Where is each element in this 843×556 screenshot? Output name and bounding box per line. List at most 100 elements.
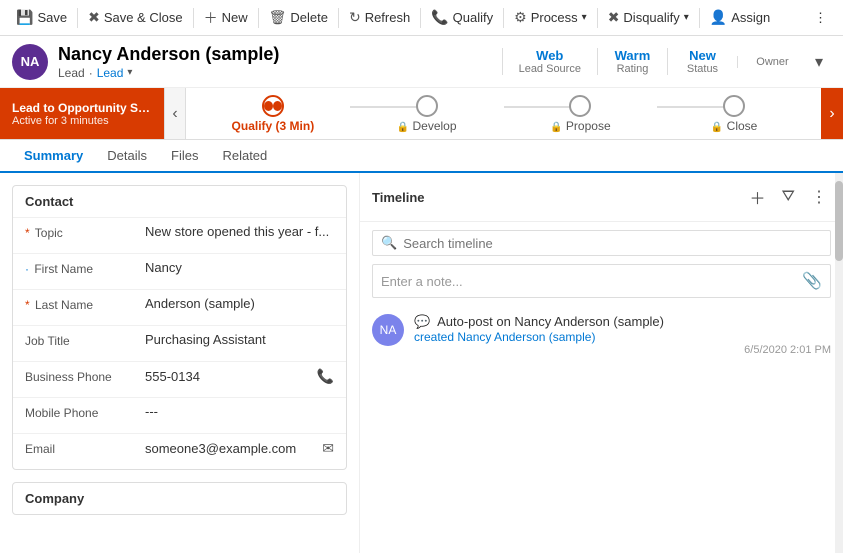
meta-owner-label: Owner: [756, 56, 788, 68]
post-icon: 💬: [414, 314, 430, 329]
timeline-scrollbar[interactable]: [835, 173, 843, 553]
new-icon: ＋: [204, 8, 218, 28]
attach-icon[interactable]: 📎: [802, 271, 822, 291]
timeline-actions: ＋ ⛛ ⋮: [746, 183, 831, 211]
field-topic-label: * Topic: [25, 224, 145, 240]
more-button[interactable]: ⋮: [806, 6, 835, 30]
field-email: Email someone3@example.com ✉: [13, 433, 346, 469]
field-email-label: Email: [25, 440, 145, 456]
assign-button[interactable]: 👤 Assign: [702, 5, 778, 30]
delete-icon: 🗑: [269, 9, 287, 26]
toolbar-separator-8: [699, 8, 700, 28]
field-job-title-label: Job Title: [25, 332, 145, 348]
timeline-add-button[interactable]: ＋: [746, 183, 770, 211]
process-dropdown-icon: ▾: [582, 12, 587, 23]
process-nav-left-button[interactable]: ‹: [164, 88, 186, 139]
stage-develop[interactable]: 🔒 Develop: [350, 95, 504, 133]
field-job-title: Job Title Purchasing Assistant: [13, 325, 346, 361]
field-last-name: * Last Name Anderson (sample): [13, 289, 346, 325]
timeline-item-content: 💬 Auto-post on Nancy Anderson (sample) c…: [414, 314, 831, 356]
save-button[interactable]: 💾 Save: [8, 5, 75, 30]
header-meta: Web Lead Source Warm Rating New Status O…: [502, 48, 831, 76]
company-card: Company: [12, 482, 347, 515]
new-button[interactable]: ＋ New: [196, 4, 256, 32]
stage-propose-label: 🔒 Propose: [550, 119, 611, 133]
meta-lead-source-label: Lead Source: [519, 63, 581, 75]
stage-qualify-label: Qualify (3 Min): [232, 119, 315, 133]
scrollbar-thumb[interactable]: [835, 181, 843, 261]
field-first-name: · First Name Nancy: [13, 253, 346, 289]
note-input-bar[interactable]: Enter a note... 📎: [372, 264, 831, 298]
email-icon[interactable]: ✉: [322, 440, 334, 457]
close-lock-icon: 🔒: [711, 122, 723, 133]
disqualify-button[interactable]: ✖ Disqualify ▾: [600, 5, 697, 30]
tab-files[interactable]: Files: [159, 140, 210, 173]
header-expand-button[interactable]: ▾: [807, 48, 831, 76]
save-close-button[interactable]: ✖ Save & Close: [80, 5, 191, 30]
field-mobile-phone: Mobile Phone ---: [13, 397, 346, 433]
toolbar-separator-6: [503, 8, 504, 28]
toolbar-separator-3: [258, 8, 259, 28]
refresh-icon: ↻: [349, 9, 361, 26]
field-first-name-label: · First Name: [25, 260, 145, 276]
avatar: NA: [12, 44, 48, 80]
tab-summary[interactable]: Summary: [12, 140, 95, 173]
stage-close-label: 🔒 Close: [711, 119, 757, 133]
search-timeline-input[interactable]: [403, 236, 822, 251]
field-last-name-value[interactable]: Anderson (sample): [145, 296, 334, 311]
stage-qualify[interactable]: Qualify (3 Min): [196, 95, 350, 133]
search-icon: 🔍: [381, 235, 397, 251]
propose-lock-icon: 🔒: [550, 122, 562, 133]
develop-lock-icon: 🔒: [397, 122, 409, 133]
field-job-title-value[interactable]: Purchasing Assistant: [145, 332, 334, 347]
field-topic-value[interactable]: New store opened this year - f...: [145, 224, 334, 239]
promo-subtitle: Active for 3 minutes: [12, 115, 152, 127]
note-placeholder-text: Enter a note...: [381, 274, 802, 289]
subtype-chevron[interactable]: ▾: [127, 67, 132, 78]
process-icon: ⚙: [514, 9, 527, 26]
process-stages: Qualify (3 Min) 🔒 Develop 🔒 Propose 🔒 C: [186, 88, 821, 139]
timeline-item-avatar: NA: [372, 314, 404, 346]
delete-button[interactable]: 🗑 Delete: [261, 5, 336, 30]
contact-section-title: Contact: [13, 186, 346, 217]
toolbar-separator-4: [338, 8, 339, 28]
timeline-more-button[interactable]: ⋮: [807, 185, 831, 209]
header: NA Nancy Anderson (sample) Lead · Lead ▾…: [0, 36, 843, 88]
disqualify-dropdown-icon: ▾: [684, 12, 689, 23]
disqualify-icon: ✖: [608, 9, 620, 26]
field-business-phone: Business Phone 555-0134 📞: [13, 361, 346, 397]
tab-details[interactable]: Details: [95, 140, 159, 173]
timeline-search-bar[interactable]: 🔍: [372, 230, 831, 256]
save-close-icon: ✖: [88, 9, 100, 26]
tab-related[interactable]: Related: [210, 140, 279, 173]
toolbar-separator-7: [597, 8, 598, 28]
timeline-filter-button[interactable]: ⛛: [778, 186, 799, 208]
stage-propose[interactable]: 🔒 Propose: [504, 95, 658, 133]
tabs: Summary Details Files Related: [0, 140, 843, 173]
toolbar: 💾 Save ✖ Save & Close ＋ New 🗑 Delete ↻ R…: [0, 0, 843, 36]
topic-required-marker: *: [25, 226, 30, 240]
meta-rating-label: Rating: [617, 63, 649, 75]
field-first-name-value[interactable]: Nancy: [145, 260, 334, 275]
contact-name: Nancy Anderson (sample): [58, 44, 502, 65]
meta-owner: Owner: [737, 56, 807, 68]
meta-status-label: Status: [687, 63, 718, 75]
field-business-phone-value[interactable]: 555-0134 📞: [145, 368, 334, 385]
lastname-required-marker: *: [25, 298, 30, 312]
more-icon: ⋮: [814, 10, 827, 26]
stage-qualify-circle: [262, 95, 284, 117]
field-business-phone-label: Business Phone: [25, 368, 145, 384]
subtype-link[interactable]: Lead: [97, 66, 124, 80]
process-promo: Lead to Opportunity Sale... Active for 3…: [0, 88, 164, 139]
field-mobile-phone-value[interactable]: ---: [145, 404, 334, 419]
toolbar-separator-2: [193, 8, 194, 28]
stage-close[interactable]: 🔒 Close: [657, 95, 811, 133]
refresh-button[interactable]: ↻ Refresh: [341, 5, 418, 30]
phone-icon[interactable]: 📞: [317, 368, 334, 385]
field-email-value[interactable]: someone3@example.com ✉: [145, 440, 334, 457]
contact-subtitle: Lead · Lead ▾: [58, 66, 502, 80]
field-last-name-label: * Last Name: [25, 296, 145, 312]
process-button[interactable]: ⚙ Process ▾: [506, 5, 595, 30]
process-nav-right-button[interactable]: ›: [821, 88, 843, 139]
qualify-button[interactable]: 📞 Qualify: [423, 5, 501, 30]
